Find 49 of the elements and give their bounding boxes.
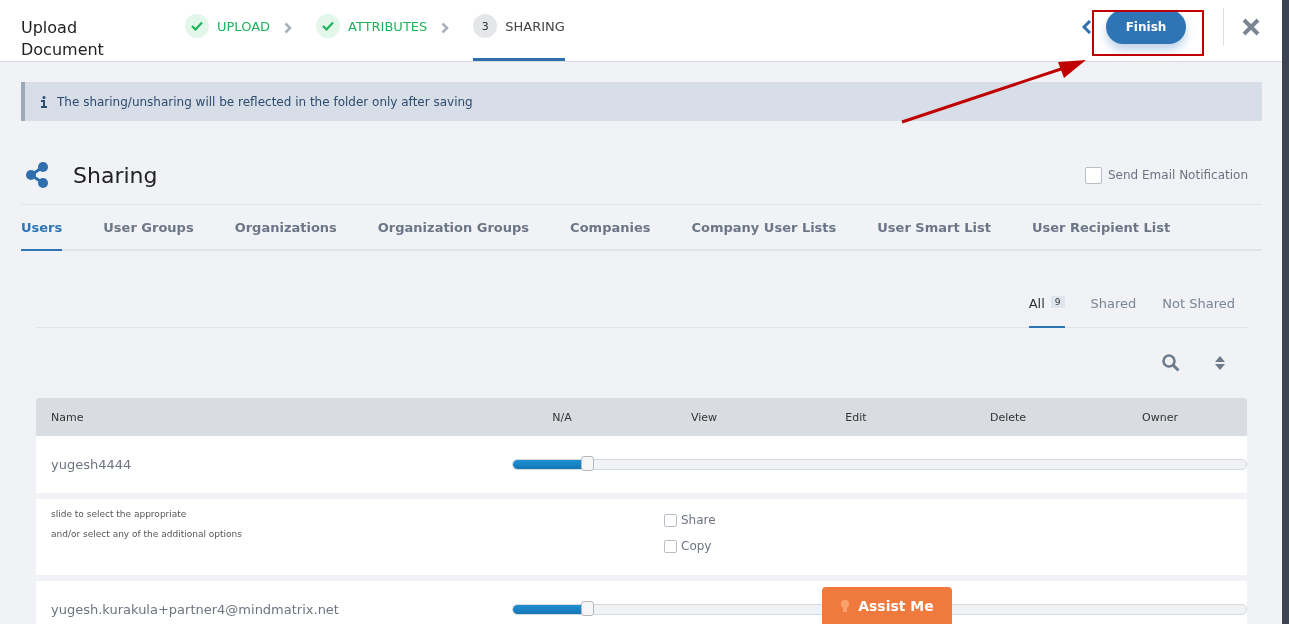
sort-icon[interactable] [1214, 355, 1226, 371]
slider[interactable] [512, 459, 1247, 470]
checkbox[interactable] [1085, 166, 1102, 184]
user-name: yugesh.kurakula+partner4@mindmatrix.net [50, 602, 340, 617]
step-tab[interactable]: ATTRIBUTES [316, 0, 428, 61]
hint-text: and/or select any of the additional options [51, 529, 243, 541]
tab[interactable]: Organization Groups [377, 205, 530, 251]
tab[interactable]: Users [21, 205, 63, 251]
info-text: The sharing/unsharing will be reflected in the folder only after saving [57, 94, 473, 109]
checkbox[interactable] [664, 539, 677, 553]
notification-label: Send Email Notification [1108, 168, 1248, 182]
slider-thumb[interactable] [580, 456, 594, 471]
slider-thumb[interactable] [580, 601, 594, 616]
finish-button[interactable]: Finish [1106, 9, 1186, 44]
chevron-left-icon[interactable] [1082, 19, 1092, 34]
search-icon[interactable] [1162, 354, 1180, 372]
hint-text: slide to select the appropriate [51, 509, 188, 521]
column-header: Delete [988, 410, 1028, 424]
column-header: Edit [844, 410, 868, 424]
step-number: 3 [473, 14, 498, 38]
column-header: View [689, 410, 719, 424]
tab[interactable]: User Smart List [877, 205, 991, 251]
column-header: N/A [551, 410, 573, 424]
option-label: Copy [681, 539, 712, 553]
checkbox[interactable] [664, 513, 677, 527]
tab[interactable]: User Groups [103, 205, 194, 251]
step-tab[interactable]: UPLOAD [185, 0, 271, 61]
bulb-icon [840, 598, 851, 613]
column-header: Name [50, 410, 85, 424]
assist-button[interactable]: Assist Me [822, 587, 952, 624]
count-badge: 9 [1050, 296, 1065, 308]
filter-tab[interactable]: Shared [1090, 296, 1137, 328]
tab[interactable]: Company User Lists [691, 205, 837, 251]
tab[interactable]: Organizations [234, 205, 337, 251]
filter-tab[interactable]: Not Shared [1162, 296, 1235, 328]
window-title: Upload Document [21, 17, 105, 61]
section-title: Sharing [73, 162, 158, 188]
option-label: Share [681, 513, 716, 527]
info-icon [41, 95, 47, 108]
user-name: yugesh4444 [50, 457, 133, 472]
step-tab[interactable]: 3 SHARING [473, 0, 565, 61]
filter-tab[interactable]: All 9 [1028, 296, 1065, 328]
close-icon[interactable] [1242, 17, 1260, 36]
tab[interactable]: User Recipient List [1031, 205, 1171, 251]
column-header: Owner [1141, 410, 1179, 424]
chevron-right-icon [284, 21, 293, 34]
tab[interactable]: Companies [570, 205, 651, 251]
share-icon [25, 162, 49, 188]
chevron-right-icon [441, 21, 450, 34]
